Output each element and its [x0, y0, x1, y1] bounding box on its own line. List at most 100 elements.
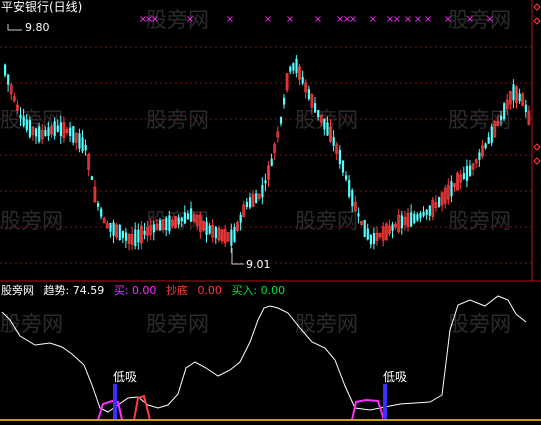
- candle-body: [295, 58, 298, 74]
- candle-body: [35, 128, 38, 137]
- candle-body: [72, 126, 75, 143]
- candle-body: [428, 205, 431, 216]
- candle-body: [391, 224, 394, 231]
- high-price-label: 9.80: [25, 21, 50, 34]
- right-axis-markers: [533, 3, 541, 165]
- candle-body: [56, 125, 59, 132]
- signal-x-marker: ×: [314, 14, 322, 25]
- candle-body: [283, 97, 286, 105]
- candle-body: [143, 230, 146, 235]
- low-suction-bar: [383, 384, 387, 420]
- candle-body: [503, 103, 506, 120]
- candle-body: [7, 74, 10, 85]
- candle-body: [38, 126, 41, 142]
- candle-body: [78, 133, 81, 149]
- candle-body: [28, 120, 31, 137]
- candle-body: [270, 158, 273, 166]
- candle-body: [307, 89, 310, 100]
- candle-body: [208, 225, 211, 234]
- candle-body: [19, 114, 22, 119]
- diamond-marker: [533, 17, 541, 25]
- candle-body: [416, 214, 419, 221]
- candle-body: [168, 215, 171, 232]
- candle-body: [25, 119, 28, 131]
- chart-canvas: ××× × × × × × ××× × ×× × × × × × ×: [0, 0, 541, 421]
- candle-body: [190, 208, 193, 222]
- signal-x-marker: ×: [424, 14, 432, 25]
- candle-body: [450, 181, 453, 197]
- trend-label: 趋势:: [43, 284, 70, 297]
- chart-title: 平安银行(日线): [1, 0, 83, 14]
- candle-body: [177, 217, 180, 225]
- candle-body: [425, 209, 428, 215]
- candle-body: [255, 193, 258, 204]
- candle-body: [469, 165, 472, 177]
- candle-body: [348, 180, 351, 197]
- candle-body: [59, 122, 62, 137]
- candle-body: [357, 213, 360, 217]
- candle-body: [410, 212, 413, 227]
- signal-x-marker: ×: [466, 14, 474, 25]
- high-pointer: [7, 24, 22, 31]
- candle-body: [124, 232, 128, 241]
- candle-body: [484, 143, 487, 149]
- candle-body: [478, 152, 481, 160]
- candle-body: [465, 166, 469, 181]
- candle-body: [289, 66, 292, 72]
- candle-body: [279, 117, 283, 124]
- candle-body: [518, 93, 521, 102]
- signal-markers: ××× × × × × × ××× × ×× × × × × × ×: [139, 14, 494, 25]
- candle-body: [118, 224, 121, 241]
- candle-body: [69, 127, 72, 137]
- signal-x-marker: ×: [264, 14, 272, 25]
- candle-body: [248, 197, 252, 208]
- indicator-series: [0, 295, 541, 421]
- candle-body: [230, 229, 233, 246]
- trend-line: [1, 295, 527, 413]
- candle-body: [438, 197, 441, 207]
- buyin-value: 0.00: [260, 284, 286, 297]
- candle-body: [264, 180, 267, 184]
- signal-x-marker: ×: [186, 14, 194, 25]
- candle-body: [500, 115, 503, 121]
- candle-body: [326, 122, 329, 136]
- candle-body: [112, 222, 115, 236]
- candle-body: [400, 215, 403, 229]
- candle-body: [90, 176, 93, 180]
- candle-body: [317, 110, 320, 117]
- candle-body: [97, 203, 100, 207]
- trend-value: 74.59: [72, 284, 105, 297]
- candle-body: [323, 118, 326, 130]
- candle-body: [81, 137, 84, 152]
- signal-x-marker: ×: [404, 14, 412, 25]
- candle-body: [186, 213, 190, 220]
- candle-body: [134, 229, 137, 247]
- signal-x-marker: ×: [151, 14, 159, 25]
- grid-lines: [0, 0, 541, 421]
- signal-x-marker: ×: [486, 14, 494, 25]
- signal-x-marker: ×: [286, 14, 294, 25]
- bottom-label: 抄底: [165, 284, 188, 297]
- candle-body: [84, 144, 87, 151]
- candle-body: [233, 226, 236, 242]
- signal-x-marker: ×: [226, 14, 234, 25]
- candle-body: [301, 76, 304, 84]
- candle-body: [292, 63, 295, 71]
- low-price-label: 9.01: [246, 258, 271, 271]
- buy-label: 买:: [113, 284, 129, 297]
- candle-body: [121, 230, 124, 239]
- diamond-marker: [533, 143, 541, 151]
- candle-body: [4, 64, 7, 76]
- candle-body: [159, 220, 162, 231]
- candle-body: [137, 229, 140, 243]
- candle-body: [512, 84, 515, 101]
- signal-x-marker: ×: [349, 14, 357, 25]
- indicator-header: 股旁网 趋势: 74.59 买: 0.00 抄底 0.00 买入: 0.00: [1, 284, 285, 297]
- candle-body: [369, 234, 372, 245]
- low-pointer: [231, 248, 244, 265]
- candle-body: [245, 201, 248, 208]
- candle-body: [462, 173, 465, 179]
- candle-body: [44, 129, 47, 137]
- low-suction-label: 低吸: [113, 370, 138, 384]
- candle-body: [363, 219, 366, 237]
